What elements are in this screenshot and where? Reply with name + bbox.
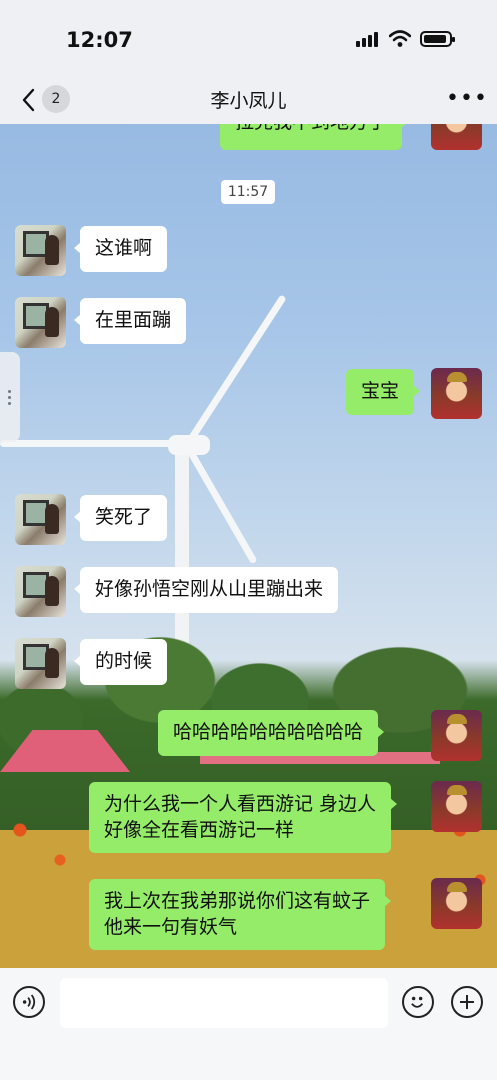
message-bubble[interactable]: 为什么我一个人看西游记 身边人 好像全在看西游记一样 xyxy=(89,782,398,854)
message-bubble[interactable]: 的时候 xyxy=(73,639,168,685)
avatar-self[interactable] xyxy=(431,710,482,761)
more-icon[interactable]: ••• xyxy=(446,86,487,111)
avatar-friend[interactable] xyxy=(15,566,66,617)
message-text-line: 为什么我一个人看西游记 身边人 xyxy=(104,793,377,815)
battery-icon xyxy=(420,31,455,47)
emoji-icon[interactable] xyxy=(402,986,434,1018)
message-text-line: 我上次在我弟那说你们这有蚊子 xyxy=(104,890,371,912)
message-text: 笑死了 xyxy=(95,506,153,528)
message-text: 哈哈哈哈哈哈哈哈哈哈 xyxy=(173,721,364,743)
wifi-icon xyxy=(389,30,411,47)
input-bar xyxy=(0,968,497,1080)
message-text: 好像孙悟空刚从山里蹦出来 xyxy=(95,578,324,600)
message-bubble[interactable]: 笑死了 xyxy=(73,495,168,541)
message-bubble[interactable]: 哈哈哈哈哈哈哈哈哈哈 xyxy=(158,710,385,756)
avatar-self[interactable] xyxy=(431,878,482,929)
avatar-self[interactable] xyxy=(431,368,482,419)
message-bubble[interactable]: 我上次在我弟那说你们这有蚊子 他来一句有妖气 xyxy=(89,879,392,951)
turbine-blade xyxy=(0,440,175,447)
avatar-friend[interactable] xyxy=(15,494,66,545)
message-timestamp: 11:57 xyxy=(221,180,275,204)
message-text-line: 好像全在看西游记一样 xyxy=(104,818,295,841)
message-text: 的时候 xyxy=(95,650,153,672)
message-text: 这谁啊 xyxy=(95,237,153,259)
message-text-line: 他来一句有妖气 xyxy=(104,915,238,938)
side-drawer-handle[interactable] xyxy=(0,352,20,442)
message-bubble[interactable]: 好像孙悟空刚从山里蹦出来 xyxy=(73,567,339,613)
avatar-friend[interactable] xyxy=(15,297,66,348)
chat-title: 李小凤儿 xyxy=(210,90,287,112)
avatar-friend[interactable] xyxy=(15,225,66,276)
message-text: 在里面蹦 xyxy=(95,309,172,331)
status-time: 12:07 xyxy=(66,28,133,52)
avatar-friend[interactable] xyxy=(15,638,66,689)
avatar-self[interactable] xyxy=(431,781,482,832)
message-text: 宝宝 xyxy=(361,380,400,402)
header-backdrop: 2 李小凤儿 ••• xyxy=(0,80,497,124)
message-bubble[interactable]: 宝宝 xyxy=(346,369,421,415)
status-bar: 12:07 xyxy=(0,0,497,80)
message-input[interactable] xyxy=(60,978,388,1028)
message-bubble[interactable]: 这谁啊 xyxy=(73,226,168,272)
plus-icon[interactable] xyxy=(451,986,483,1018)
voice-icon[interactable] xyxy=(13,986,45,1018)
signal-icon xyxy=(356,32,382,47)
message-bubble[interactable]: 在里面蹦 xyxy=(73,298,187,344)
turbine-hub xyxy=(168,435,210,455)
